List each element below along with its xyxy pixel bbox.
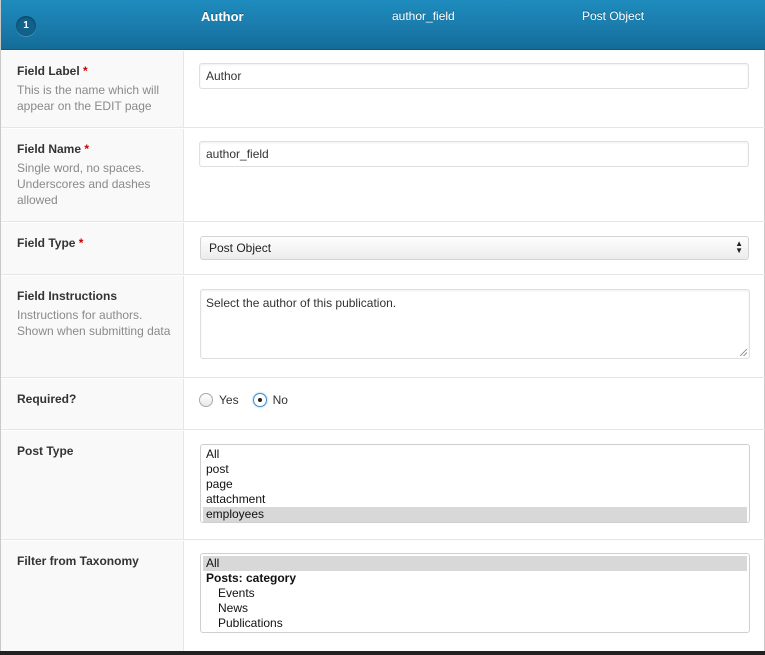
field-instructions-text: Select the author of this publication. <box>206 296 397 310</box>
header-field-name: author_field <box>392 9 455 23</box>
row-field-type: Field Type * Post Object ▲ ▼ <box>1 223 765 275</box>
required-mark: * <box>83 64 88 78</box>
row-label-cell: Filter from Taxonomy <box>1 541 184 651</box>
header-field-label[interactable]: Author <box>201 9 244 24</box>
row-title: Field Type * <box>17 236 84 250</box>
row-field-name: Field Name * Single word, no spaces. Und… <box>1 129 765 222</box>
row-label-cell: Field Type * <box>1 223 184 274</box>
field-label-input[interactable]: Author <box>199 63 749 89</box>
row-filter-taxonomy: Filter from Taxonomy All Posts: category… <box>1 541 765 651</box>
listbox-option[interactable]: Publications <box>203 616 747 631</box>
row-label-cell: Field Label * This is the name which wil… <box>1 51 184 127</box>
row-title: Post Type <box>17 444 74 458</box>
field-name-input[interactable]: author_field <box>199 141 749 167</box>
required-radio-group: Yes No <box>199 393 302 407</box>
select-updown-icon: ▲ ▼ <box>735 239 743 255</box>
row-post-type: Post Type All post page attachment emplo… <box>1 431 765 540</box>
row-description: Instructions for authors. Shown when sub… <box>17 308 171 338</box>
listbox-option[interactable]: All <box>203 447 747 462</box>
listbox-option[interactable]: Events <box>203 586 747 601</box>
listbox-option[interactable]: attachment <box>203 492 747 507</box>
row-field-instructions: Field Instructions Instructions for auth… <box>1 276 765 378</box>
required-mark: * <box>78 236 84 250</box>
bottom-edge <box>0 651 765 655</box>
listbox-option[interactable]: post <box>203 462 747 477</box>
row-label-cell: Field Instructions Instructions for auth… <box>1 276 184 377</box>
row-label-cell: Field Name * Single word, no spaces. Und… <box>1 129 184 221</box>
required-yes-option[interactable]: Yes <box>199 393 239 407</box>
row-description: This is the name which will appear on th… <box>17 83 160 113</box>
listbox-option[interactable]: News <box>203 601 747 616</box>
resize-grip-icon[interactable] <box>740 349 747 356</box>
required-mark: * <box>84 142 90 156</box>
radio-no[interactable] <box>252 393 267 407</box>
listbox-option[interactable]: page <box>203 477 747 492</box>
field-type-select[interactable]: Post Object ▲ ▼ <box>200 236 749 260</box>
taxonomy-listbox[interactable]: All Posts: category Events News Publicat… <box>200 553 750 633</box>
row-label-cell: Post Type <box>1 431 184 539</box>
post-type-listbox[interactable]: All post page attachment employees <box>200 444 750 523</box>
row-field-label: Field Label * This is the name which wil… <box>1 51 765 128</box>
row-label-cell: Required? <box>1 379 184 429</box>
listbox-option-selected[interactable]: employees <box>203 507 747 522</box>
row-description: Single word, no spaces. Underscores and … <box>17 161 151 207</box>
header-field-type: Post Object <box>582 9 645 23</box>
row-title: Field Name * <box>17 142 90 156</box>
row-title: Required? <box>17 392 77 406</box>
radio-yes[interactable] <box>199 393 213 407</box>
field-editor-panel: 1 Author author_field Post Object Field … <box>0 0 765 655</box>
required-no-option[interactable]: No <box>252 393 288 407</box>
field-order-badge: 1 <box>16 16 36 36</box>
field-instructions-textarea[interactable]: Select the author of this publication. <box>200 289 750 359</box>
row-title: Field Label * <box>17 64 88 78</box>
listbox-option-selected[interactable]: All <box>203 556 747 571</box>
radio-no-label[interactable]: No <box>273 393 288 407</box>
row-title: Filter from Taxonomy <box>17 554 139 568</box>
radio-yes-label[interactable]: Yes <box>219 393 239 407</box>
row-title: Field Instructions <box>17 289 118 303</box>
field-type-selected-value: Post Object <box>209 241 272 255</box>
row-required: Required? Yes No <box>1 379 765 430</box>
field-header-bar[interactable]: 1 Author author_field Post Object <box>1 0 765 50</box>
listbox-optgroup-label: Posts: category <box>206 571 297 585</box>
